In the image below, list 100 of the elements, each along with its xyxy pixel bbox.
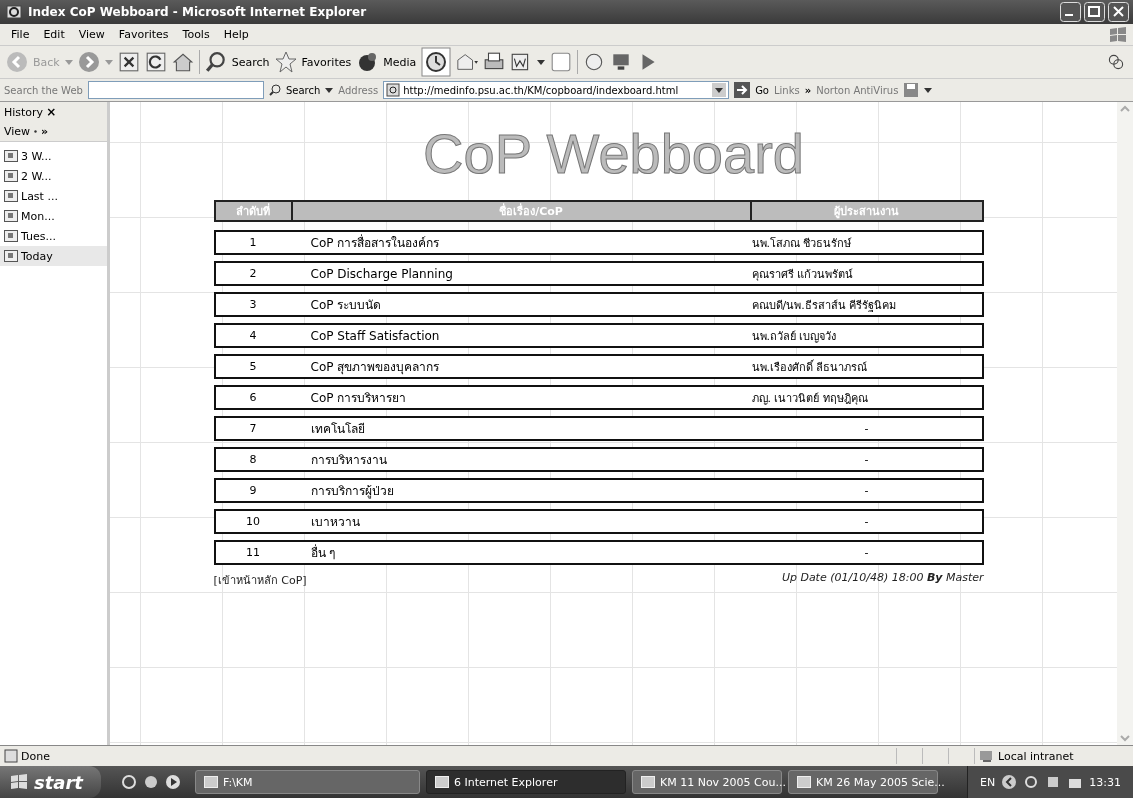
sidebar-title: History <box>4 105 44 119</box>
go-button[interactable]: Go <box>755 84 769 96</box>
coordinator-name: - <box>863 515 870 528</box>
menu-item[interactable]: File <box>4 28 37 41</box>
ring-icon[interactable] <box>1023 774 1040 790</box>
row-number: 3 <box>248 298 258 311</box>
taskbar-button[interactable]: F:\KM <box>222 775 253 789</box>
taskbar-button[interactable]: KM 26 May 2005 Scie... <box>815 775 945 789</box>
row-number: 10 <box>245 515 261 528</box>
topic-link[interactable]: การบริการผู้ป่วย <box>290 481 752 500</box>
topic-link[interactable]: CoP ระบบนัด <box>290 295 752 314</box>
row-number: 2 <box>248 267 258 280</box>
search-web-field[interactable] <box>87 81 264 99</box>
window-title: Index CoP Webboard - Microsoft Internet Explorer <box>28 5 367 19</box>
links-label[interactable]: Links <box>774 84 800 96</box>
caret-icon[interactable] <box>325 87 334 93</box>
coordinator-name: คุณราศรี แก้วนพรัตน์ <box>751 266 854 283</box>
window-icon[interactable] <box>434 775 449 789</box>
calendar-icon[interactable] <box>4 250 18 262</box>
clock: 13:31 <box>1089 775 1121 789</box>
row-number: 8 <box>248 453 258 466</box>
media-icon[interactable] <box>356 51 379 73</box>
coordinator-name: - <box>863 484 870 497</box>
stop-icon[interactable] <box>117 51 140 73</box>
language-indicator[interactable]: EN <box>980 775 996 789</box>
play-icon[interactable] <box>164 774 181 790</box>
topic-link[interactable]: การบริหารงาน <box>290 450 752 469</box>
row-number: 6 <box>248 391 258 404</box>
search-icon[interactable] <box>268 84 281 96</box>
calendar-icon[interactable] <box>4 170 18 182</box>
calendar-icon[interactable] <box>4 210 18 222</box>
caret-icon[interactable] <box>537 59 546 65</box>
media-button[interactable]: Media <box>383 55 417 69</box>
coordinator-name: - <box>863 453 870 466</box>
topic-link[interactable]: CoP Discharge Planning <box>290 266 752 281</box>
history-item[interactable]: Last ... <box>21 189 58 203</box>
calendar-icon[interactable] <box>4 230 18 242</box>
taskbar-button[interactable]: KM 11 Nov 2005 Cou... <box>659 775 786 789</box>
history-icon[interactable] <box>421 47 452 77</box>
search-button[interactable]: Search <box>285 84 321 96</box>
topic-link[interactable]: เทคโนโลยี <box>290 419 752 438</box>
coordinator-name: - <box>863 546 870 559</box>
favorites-button[interactable]: Favorites <box>301 55 352 69</box>
column-header: ลำดับที่ <box>235 202 271 220</box>
search-icon[interactable] <box>204 51 227 73</box>
menu-item[interactable]: Favorites <box>111 28 176 41</box>
calendar-icon[interactable] <box>4 190 18 202</box>
row-number: 9 <box>248 484 258 497</box>
coordinator-name: คณบดี/นพ.ธีรสาส์น คีรีรัฐนิคม <box>751 297 898 314</box>
topic-link[interactable]: CoP การสื่อสารในองค์กร <box>290 233 752 252</box>
go-arrow-icon[interactable] <box>734 82 751 98</box>
topic-link[interactable]: CoP Staff Satisfaction <box>290 328 752 343</box>
update-note: Up Date (01/10/48) 18:00 By Master <box>781 571 984 586</box>
coordinator-name: ภญ. เนาวนิตย์ ทฤษฎิคุณ <box>751 390 869 407</box>
close-button[interactable]: × <box>46 105 57 119</box>
menu-item[interactable]: Help <box>216 28 256 41</box>
close-icon[interactable] <box>1108 2 1129 22</box>
status-text: Done <box>21 749 50 763</box>
windows-logo-icon <box>1107 25 1129 44</box>
history-item[interactable]: 2 W... <box>21 169 52 183</box>
caret-icon[interactable] <box>924 87 933 93</box>
search-button[interactable]: Search <box>231 55 270 69</box>
history-item[interactable]: Mon... <box>21 209 55 223</box>
coordinator-name: นพ.เรืองศักดิ์ ลีธนาภรณ์ <box>751 358 869 376</box>
calendar-icon[interactable] <box>4 150 18 162</box>
coordinator-name: นพ.ถวัลย์ เบญจวัง <box>751 328 838 345</box>
row-number: 5 <box>248 360 258 373</box>
norton-antivirus-label[interactable]: Norton AntiVirus <box>816 84 899 96</box>
column-header: ผู้ประสานงาน <box>749 202 982 220</box>
topic-link[interactable]: อื่น ๆ <box>290 543 752 562</box>
address-label: Address <box>338 84 379 96</box>
coordinator-name: นพ.โสภณ ชีวธนรักษ์ <box>751 235 853 252</box>
topic-link[interactable]: เบาหวาน <box>290 512 752 531</box>
topic-link[interactable]: CoP สุขภาพของบุคลากร <box>290 357 752 376</box>
more-chevron[interactable]: » <box>41 125 49 138</box>
menu-item[interactable]: Tools <box>175 28 217 41</box>
row-number: 1 <box>248 236 258 249</box>
coordinator-name: - <box>863 422 870 435</box>
history-item[interactable]: 3 W... <box>21 149 52 163</box>
menu-item[interactable]: View <box>71 28 112 41</box>
home-link[interactable]: [เข้าหน้าหลัก CoP] <box>213 571 307 589</box>
menu-item[interactable]: Edit <box>36 28 72 41</box>
page-heading: CoP Webboard <box>423 126 804 182</box>
windows-logo-icon[interactable] <box>10 774 28 790</box>
row-number: 11 <box>245 546 261 559</box>
refresh-icon[interactable] <box>144 51 167 73</box>
view-button[interactable]: View <box>4 125 31 138</box>
column-header: ชื่อเรื่อง/CoP <box>290 202 750 220</box>
star-icon[interactable] <box>274 51 297 73</box>
dropdown-icon[interactable] <box>712 83 727 97</box>
more-chevron[interactable]: » <box>804 84 812 96</box>
topic-link[interactable]: CoP การบริหารยา <box>290 388 752 407</box>
chevron-icon[interactable] <box>1001 774 1018 790</box>
row-number: 7 <box>248 422 258 435</box>
minimize-icon[interactable] <box>1060 2 1081 22</box>
history-item[interactable]: Tues... <box>21 229 56 243</box>
row-number: 4 <box>248 329 258 342</box>
dot-icon <box>34 130 38 133</box>
home-icon[interactable] <box>171 51 194 73</box>
maximize-icon[interactable] <box>1084 2 1105 22</box>
